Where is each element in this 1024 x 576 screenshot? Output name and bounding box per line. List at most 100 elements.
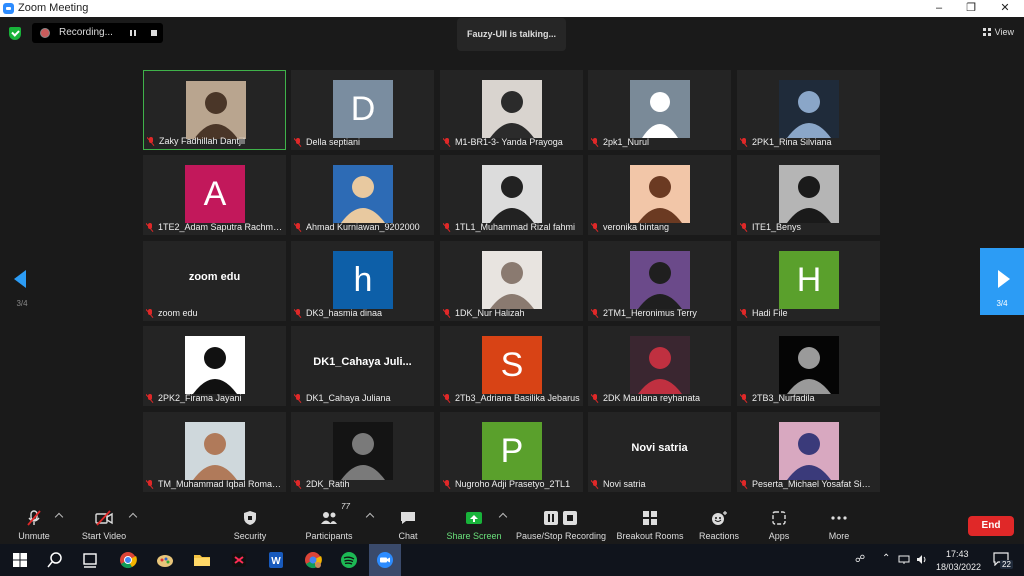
people-tray-icon[interactable]: ☍: [855, 554, 865, 565]
show-hidden-icons-chevron-icon[interactable]: ⌃: [882, 553, 890, 564]
participant-tile[interactable]: H Hadi File: [737, 241, 880, 321]
participant-tile[interactable]: A 1TE2_Adam Saputra Rachman: [143, 155, 286, 235]
participant-tile[interactable]: 2TM1_Heronimus Terry: [588, 241, 731, 321]
chat-button[interactable]: Chat: [390, 500, 426, 544]
participant-initial-avatar: H: [779, 251, 839, 309]
participants-button[interactable]: 77 Participants: [303, 500, 355, 544]
encryption-shield-icon[interactable]: [9, 27, 21, 40]
capcut-icon[interactable]: [227, 548, 251, 572]
breakout-rooms-button[interactable]: Breakout Rooms: [616, 500, 684, 544]
participant-profile-photo: [185, 422, 245, 480]
participant-tile[interactable]: 2PK2_Firama Jayani: [143, 326, 286, 406]
notification-count-badge: 22: [1000, 560, 1013, 569]
participant-tile[interactable]: D Della septiani: [291, 70, 434, 150]
participant-initial-avatar: S: [482, 336, 542, 394]
file-explorer-icon[interactable]: [190, 548, 214, 572]
clock-time[interactable]: 17:43: [946, 549, 969, 559]
apps-button[interactable]: Apps: [762, 500, 796, 544]
microphone-muted-icon: [591, 309, 599, 318]
participant-tile[interactable]: 2TB3_Nurfadila: [737, 326, 880, 406]
participant-tile[interactable]: 2pk1_Nurul: [588, 70, 731, 150]
meeting-topbar: Recording... Fauzy-UII is talking... Vie…: [0, 17, 1024, 53]
security-button[interactable]: Security: [229, 500, 271, 544]
recording-indicator: Recording...: [32, 23, 163, 43]
participant-name: DK1_Cahaya Juliana: [306, 393, 391, 403]
participant-name-label: zoom edu: [146, 307, 198, 320]
pause-stop-recording-button[interactable]: Pause/Stop Recording: [514, 500, 608, 544]
task-view-icon[interactable]: [78, 548, 102, 572]
microphone-muted-icon: [443, 309, 451, 318]
recording-label: Recording...: [59, 27, 113, 38]
network-icon[interactable]: [898, 555, 910, 565]
participant-tile[interactable]: P Nugroho Adji Prasetyo_2TL1: [440, 412, 583, 492]
participant-tile[interactable]: 1DK_Nur Halizah: [440, 241, 583, 321]
participants-options-chevron-icon[interactable]: [365, 512, 375, 522]
restore-button[interactable]: ❐: [956, 0, 986, 17]
participant-name: 2PK1_Rina Silviana: [752, 137, 832, 147]
participant-tile[interactable]: DK1_Cahaya Juli... DK1_Cahaya Juliana: [291, 326, 434, 406]
close-button[interactable]: ✕: [990, 0, 1020, 17]
video-off-icon: [95, 510, 113, 526]
participant-tile[interactable]: M1-BR1-3- Yanda Prayoga: [440, 70, 583, 150]
participant-tile[interactable]: veronika bintang: [588, 155, 731, 235]
minimize-button[interactable]: –: [924, 0, 954, 17]
participant-name: Peserta_Michael Yosafat Simamora: [752, 479, 877, 489]
view-button[interactable]: View: [982, 27, 1014, 37]
microphone-muted-icon: [146, 394, 154, 403]
share-screen-button[interactable]: Share Screen: [446, 500, 502, 544]
end-meeting-button[interactable]: End: [968, 516, 1014, 536]
participant-tile[interactable]: Novi satria Novi satria: [588, 412, 731, 492]
video-options-chevron-icon[interactable]: [128, 512, 138, 522]
participant-tile[interactable]: Zaky Fadhillah Dantjil: [143, 70, 286, 150]
search-icon[interactable]: [43, 548, 67, 572]
windows-start-icon[interactable]: [8, 548, 32, 572]
participant-tile[interactable]: h DK3_hasmia dinaa: [291, 241, 434, 321]
unmute-button[interactable]: Unmute: [12, 500, 56, 544]
audio-options-chevron-icon[interactable]: [54, 512, 64, 522]
participant-tile[interactable]: Ahmad Kurniawan_9202000: [291, 155, 434, 235]
participant-tile[interactable]: 2DK_Ratih: [291, 412, 434, 492]
volume-icon[interactable]: [916, 554, 928, 565]
participant-display-name-placeholder: zoom edu: [188, 271, 241, 283]
participant-display-name-placeholder: DK1_Cahaya Juli...: [313, 356, 412, 368]
stop-recording-icon[interactable]: [151, 30, 157, 36]
participant-tile[interactable]: zoom edu zoom edu: [143, 241, 286, 321]
microphone-muted-icon: [591, 394, 599, 403]
zoom-taskbar-icon: [377, 552, 393, 568]
participant-tile[interactable]: TM_Muhammad Iqbal Romadhon: [143, 412, 286, 492]
participant-name-label: Novi satria: [591, 478, 646, 491]
participant-profile-photo: [630, 165, 690, 223]
chat-icon: [401, 512, 415, 524]
participant-name-label: 2PK1_Rina Silviana: [740, 136, 832, 149]
participant-tile[interactable]: S 2Tb3_Adriana Basilika Jebarus: [440, 326, 583, 406]
participant-tile[interactable]: 2DK Maulana reyhanata: [588, 326, 731, 406]
participant-tile[interactable]: Peserta_Michael Yosafat Simamora: [737, 412, 880, 492]
participant-profile-photo: [186, 81, 246, 139]
previous-page-button[interactable]: 3/4: [0, 248, 44, 315]
pause-recording-icon[interactable]: [130, 30, 136, 36]
chrome-profile-icon[interactable]: [301, 548, 325, 572]
more-button[interactable]: More: [822, 500, 856, 544]
unmute-label: Unmute: [18, 531, 50, 541]
participant-tile[interactable]: ITE1_Benys: [737, 155, 880, 235]
clock-date[interactable]: 18/03/2022: [936, 562, 981, 572]
paint-icon[interactable]: [153, 548, 177, 572]
participant-name-label: TM_Muhammad Iqbal Romadhon: [146, 478, 283, 491]
participants-icon: [321, 512, 337, 524]
spotify-icon[interactable]: [337, 548, 361, 572]
participant-tile[interactable]: 1TL1_Muhammad Rizal fahmi: [440, 155, 583, 235]
microphone-muted-icon: [294, 480, 302, 489]
zoom-taskbar-item[interactable]: [369, 544, 401, 576]
start-video-button[interactable]: Start Video: [80, 500, 128, 544]
security-shield-icon: [244, 511, 256, 525]
next-page-button[interactable]: 3/4: [980, 248, 1024, 315]
chat-label: Chat: [398, 531, 418, 541]
participant-profile-photo: [779, 422, 839, 480]
participant-name-label: 2TM1_Heronimus Terry: [591, 307, 697, 320]
participant-name: Ahmad Kurniawan_9202000: [306, 222, 420, 232]
participant-tile[interactable]: 2PK1_Rina Silviana: [737, 70, 880, 150]
chrome-icon[interactable]: [116, 548, 140, 572]
reactions-button[interactable]: Reactions: [697, 500, 741, 544]
word-icon[interactable]: W: [264, 548, 288, 572]
security-label: Security: [233, 531, 267, 541]
